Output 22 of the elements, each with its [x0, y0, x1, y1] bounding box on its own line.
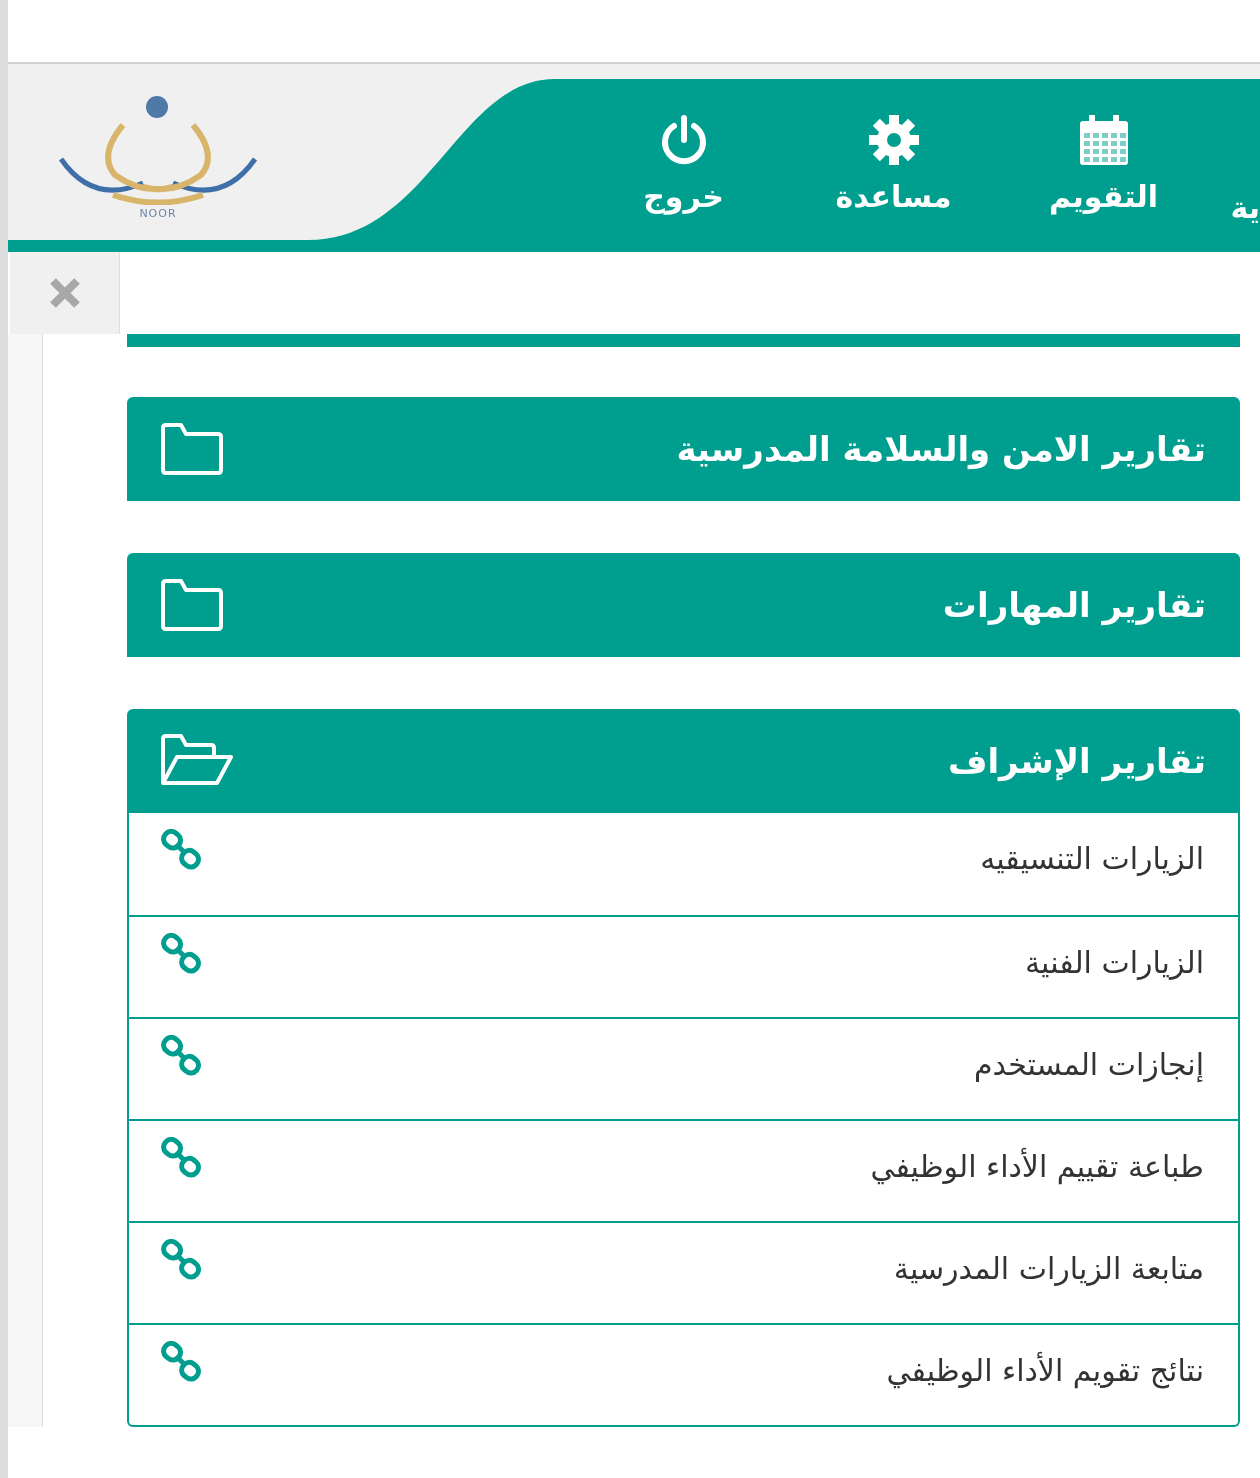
panel-header[interactable]: تقارير الإشراف [127, 709, 1240, 813]
nav-item[interactable]: التقويم [998, 105, 1209, 214]
panel-title: تقارير الامن والسلامة المدرسية [676, 429, 1206, 469]
report-link[interactable]: الزيارات التنسيقيه [129, 813, 1238, 915]
folder-icon [159, 578, 225, 632]
nav-item[interactable]: ية [1208, 94, 1260, 225]
nav-item[interactable]: مساعدة [788, 105, 999, 214]
panel-header[interactable]: تقارير المهارات [127, 553, 1240, 657]
panel-header[interactable]: تقارير الامن والسلامة المدرسية [127, 397, 1240, 501]
report-link[interactable]: نتائج تقويم الأداء الوظيفي [129, 1323, 1238, 1425]
report-link[interactable]: متابعة الزيارات المدرسية [129, 1221, 1238, 1323]
close-button[interactable] [10, 252, 120, 334]
report-link[interactable]: طباعة تقييم الأداء الوظيفي [129, 1119, 1238, 1221]
report-link[interactable]: إنجازات المستخدم [129, 1017, 1238, 1119]
report-link[interactable]: الزيارات الفنية [129, 915, 1238, 1017]
folder-icon [159, 422, 225, 476]
logo-text: NOOR [139, 206, 177, 220]
nav-item[interactable]: خروج [578, 105, 789, 214]
panel-title: تقارير المهارات [942, 585, 1206, 625]
close-icon [47, 276, 82, 310]
panel-title: تقارير الإشراف [947, 741, 1206, 781]
gear-icon [866, 113, 921, 167]
